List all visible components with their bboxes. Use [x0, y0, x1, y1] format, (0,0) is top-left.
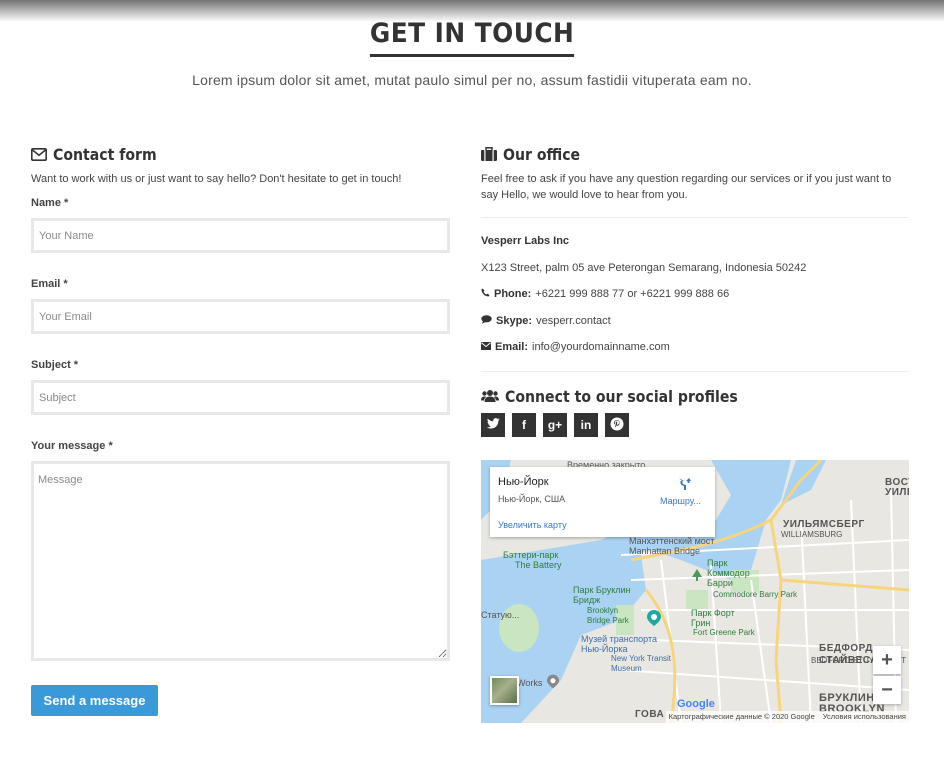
- pinterest-button[interactable]: [605, 413, 629, 437]
- map-label: New York Transit Museum: [611, 654, 672, 673]
- map-attribution-text: Картографические данные © 2020 Google: [668, 712, 815, 721]
- map-label: Brooklyn Bridge Park: [587, 606, 629, 625]
- street-view-thumbnail[interactable]: [490, 676, 519, 705]
- map-label: Бэттери-парк: [503, 550, 559, 560]
- skype-line: Skype: vesperr.contact: [481, 315, 611, 327]
- office-address: X123 Street, palm 05 ave Peterongan Sema…: [481, 262, 807, 274]
- map-label: Манхэттенский мост: [629, 536, 715, 546]
- subject-input[interactable]: [31, 380, 450, 415]
- company-name: Vesperr Labs Inc: [481, 235, 570, 247]
- map-label: Музей транспорта Нью-Йорка: [581, 634, 657, 654]
- name-input[interactable]: [31, 218, 450, 253]
- office-section: Our office Feel free to ask if you have …: [481, 143, 909, 723]
- office-heading: Our office: [481, 143, 909, 165]
- phone-value: +6221 999 888 77 or +6221 999 888 66: [535, 288, 730, 300]
- map-card-title: Нью-Йорк: [498, 476, 549, 488]
- facebook-icon: f: [522, 418, 526, 432]
- message-textarea[interactable]: [31, 461, 450, 661]
- directions-link[interactable]: Маршру...: [660, 496, 701, 506]
- directions-icon[interactable]: [677, 477, 691, 496]
- map-label: УИЛЬЯМСБЕРГ: [783, 519, 865, 530]
- map-card-subtitle: Нью-Йорк, США: [498, 494, 566, 504]
- email-input[interactable]: [31, 299, 450, 334]
- map-label: Парк Форт Грин: [691, 608, 735, 628]
- skype-value: vesperr.contact: [536, 315, 611, 327]
- message-label: Your message *: [31, 440, 113, 452]
- contact-form-intro: Want to work with us or just want to say…: [31, 173, 402, 185]
- social-heading: Connect to our social profiles: [481, 385, 770, 407]
- zoom-out-button[interactable]: −: [873, 676, 901, 704]
- phone-line: Phone: +6221 999 888 77 or +6221 999 888…: [481, 288, 729, 300]
- map-label: Статую...: [481, 610, 520, 620]
- map-attribution: Картографические данные © 2020 Google Ус…: [665, 711, 909, 723]
- map-label: ВОСТ УИЛЬЯМ: [885, 477, 909, 498]
- facebook-button[interactable]: f: [512, 413, 536, 437]
- map-label: Парк Бруклин Бридж: [573, 585, 631, 605]
- users-icon: [481, 389, 499, 403]
- map-label: Commodore Barry Park: [713, 590, 798, 599]
- subject-label: Subject *: [31, 359, 79, 371]
- twitter-button[interactable]: [481, 413, 505, 437]
- map-label: The Battery: [515, 560, 562, 570]
- envelope-small-icon: [481, 341, 491, 353]
- contact-form-section: Contact form Want to work with us or jus…: [31, 143, 450, 716]
- park-marker-icon[interactable]: [692, 568, 702, 586]
- map-label: ГОВА: [635, 709, 665, 720]
- page-header: GET IN TOUCH Lorem ipsum dolor sit amet,…: [0, 18, 944, 88]
- contact-form-title: Contact form: [53, 144, 157, 164]
- email-value: info@yourdomainname.com: [532, 341, 670, 353]
- office-intro: Feel free to ask if you have any questio…: [481, 173, 892, 201]
- map-label: Парк Коммодор Барри: [707, 558, 750, 588]
- enlarge-map-link[interactable]: Увеличить карту: [498, 520, 567, 530]
- map-label: Works: [517, 678, 543, 688]
- google-plus-button[interactable]: g+: [543, 413, 567, 437]
- pinterest-icon: [610, 417, 624, 434]
- zoom-in-button[interactable]: +: [873, 646, 901, 674]
- social-links: f g+ in: [481, 413, 629, 437]
- google-map[interactable]: Временно закрыто Бэттери-парк The Batter…: [481, 460, 909, 723]
- name-label: Name *: [31, 197, 69, 209]
- skype-label: Skype:: [496, 315, 533, 327]
- map-terms-link[interactable]: Условия использования: [823, 712, 906, 722]
- divider: [481, 371, 909, 372]
- phone-icon: [481, 288, 490, 300]
- email-label: Email *: [31, 278, 68, 290]
- divider: [481, 217, 909, 218]
- google-plus-icon: g+: [547, 418, 563, 432]
- contact-form-heading: Contact form: [31, 143, 450, 165]
- email-label: Email:: [495, 341, 529, 353]
- phone-label: Phone:: [494, 288, 532, 300]
- linkedin-icon: in: [580, 418, 592, 432]
- social-title: Connect to our social profiles: [505, 386, 738, 406]
- place-marker-icon[interactable]: [647, 610, 661, 631]
- page-subtitle: Lorem ipsum dolor sit amet, mutat paulo …: [192, 72, 752, 88]
- map-label: БРУКЛИН: [819, 692, 875, 704]
- map-label: Manhattan Bridge: [629, 546, 701, 556]
- office-title: Our office: [503, 144, 581, 164]
- location-marker-icon[interactable]: [547, 674, 559, 694]
- linkedin-button[interactable]: in: [574, 413, 598, 437]
- briefcase-icon: [481, 147, 497, 161]
- chat-bubble-icon: [481, 315, 492, 327]
- map-label: WILLIAMSBURG: [781, 530, 843, 539]
- map-label: Fort Greene Park: [693, 628, 755, 637]
- send-message-button[interactable]: Send a message: [31, 685, 158, 716]
- envelope-icon: [31, 147, 47, 161]
- google-logo: Google: [677, 698, 715, 710]
- map-info-card: Нью-Йорк Нью-Йорк, США Маршру... Увеличи…: [490, 467, 715, 537]
- twitter-icon: [486, 418, 500, 432]
- google-logo-text: Google: [677, 698, 715, 710]
- page-title: GET IN TOUCH: [369, 18, 575, 57]
- email-line: Email: info@yourdomainname.com: [481, 341, 670, 353]
